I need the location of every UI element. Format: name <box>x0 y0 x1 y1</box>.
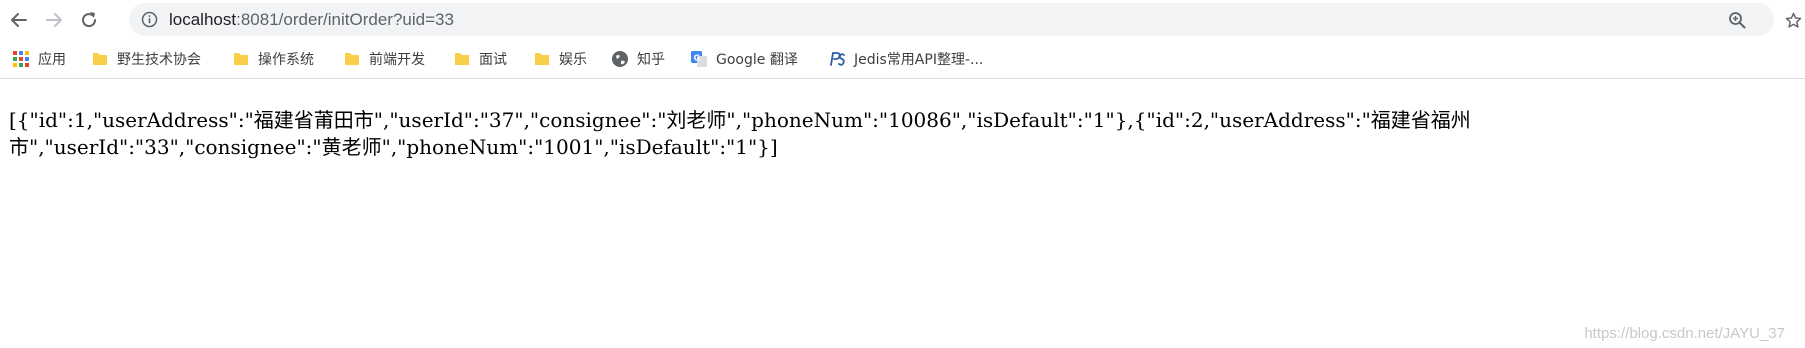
ps-icon <box>830 52 845 66</box>
back-button[interactable] <box>8 9 30 31</box>
url-host: localhost <box>169 10 237 29</box>
bookmark-folder-frontend[interactable]: 前端开发 <box>343 46 425 72</box>
svg-text:G: G <box>694 54 701 63</box>
bookmark-label: 娱乐 <box>559 52 587 68</box>
bookmark-folder-os[interactable]: 操作系统 <box>232 46 314 72</box>
json-line: [{"id":1,"userAddress":"福建省莆田市","userId"… <box>9 108 1471 132</box>
arrow-right-icon <box>46 13 62 27</box>
scrollbar-thumb[interactable] <box>1793 83 1801 123</box>
bookmark-folder-interview[interactable]: 面试 <box>453 46 507 72</box>
star-icon[interactable] <box>1785 12 1802 29</box>
folder-icon <box>93 53 107 65</box>
address-bar[interactable]: localhost:8081/order/initOrder?uid=33 <box>129 3 1774 36</box>
bookmark-label: 面试 <box>479 52 507 68</box>
vertical-scrollbar[interactable] <box>1789 79 1805 348</box>
url-text[interactable]: localhost:8081/order/initOrder?uid=33 <box>169 3 454 36</box>
bookmark-folder-entertainment[interactable]: 娱乐 <box>533 46 587 72</box>
bookmark-google-translate[interactable]: G Google 翻译 <box>690 46 798 72</box>
browser-toolbar: localhost:8081/order/initOrder?uid=33 <box>0 0 1805 40</box>
zoom-in-icon[interactable] <box>1728 11 1746 29</box>
json-response: [{"id":1,"userAddress":"福建省莆田市","userId"… <box>9 107 1709 161</box>
arrow-left-icon <box>11 13 27 27</box>
google-translate-icon: G <box>691 51 707 67</box>
bookmark-zhihu[interactable]: 知乎 <box>611 46 665 72</box>
bookmark-label: 知乎 <box>637 52 665 68</box>
folder-icon <box>535 53 549 65</box>
folder-icon <box>234 53 248 65</box>
folder-icon <box>345 53 359 65</box>
folder-icon <box>455 53 469 65</box>
bookmark-label: Google 翻译 <box>716 52 798 68</box>
forward-button[interactable] <box>43 9 65 31</box>
bookmark-label: 野生技术协会 <box>117 52 201 68</box>
globe-icon <box>612 51 628 67</box>
bookmark-label: Jedis常用API整理-... <box>854 52 984 68</box>
url-path: :8081/order/initOrder?uid=33 <box>236 10 454 29</box>
bookmark-label: 前端开发 <box>369 52 425 68</box>
json-line: 市","userId":"33","consignee":"黄老师","phon… <box>9 135 778 159</box>
reload-button[interactable] <box>78 9 100 31</box>
watermark: https://blog.csdn.net/JAYU_37 <box>1584 325 1785 342</box>
bookmark-label: 操作系统 <box>258 52 314 68</box>
apps-grid-icon <box>13 51 29 67</box>
info-icon[interactable] <box>141 11 158 28</box>
bookmark-label: 应用 <box>38 52 66 68</box>
bookmark-jedis[interactable]: Jedis常用API整理-... <box>828 46 983 72</box>
bookmark-apps[interactable]: 应用 <box>12 46 66 72</box>
bookmarks-bar: 应用 野生技术协会 操作系统 前端开发 面试 娱乐 知乎 G Google 翻译… <box>0 40 1805 79</box>
bookmark-folder-wild-tech[interactable]: 野生技术协会 <box>91 46 201 72</box>
reload-icon <box>82 12 97 28</box>
